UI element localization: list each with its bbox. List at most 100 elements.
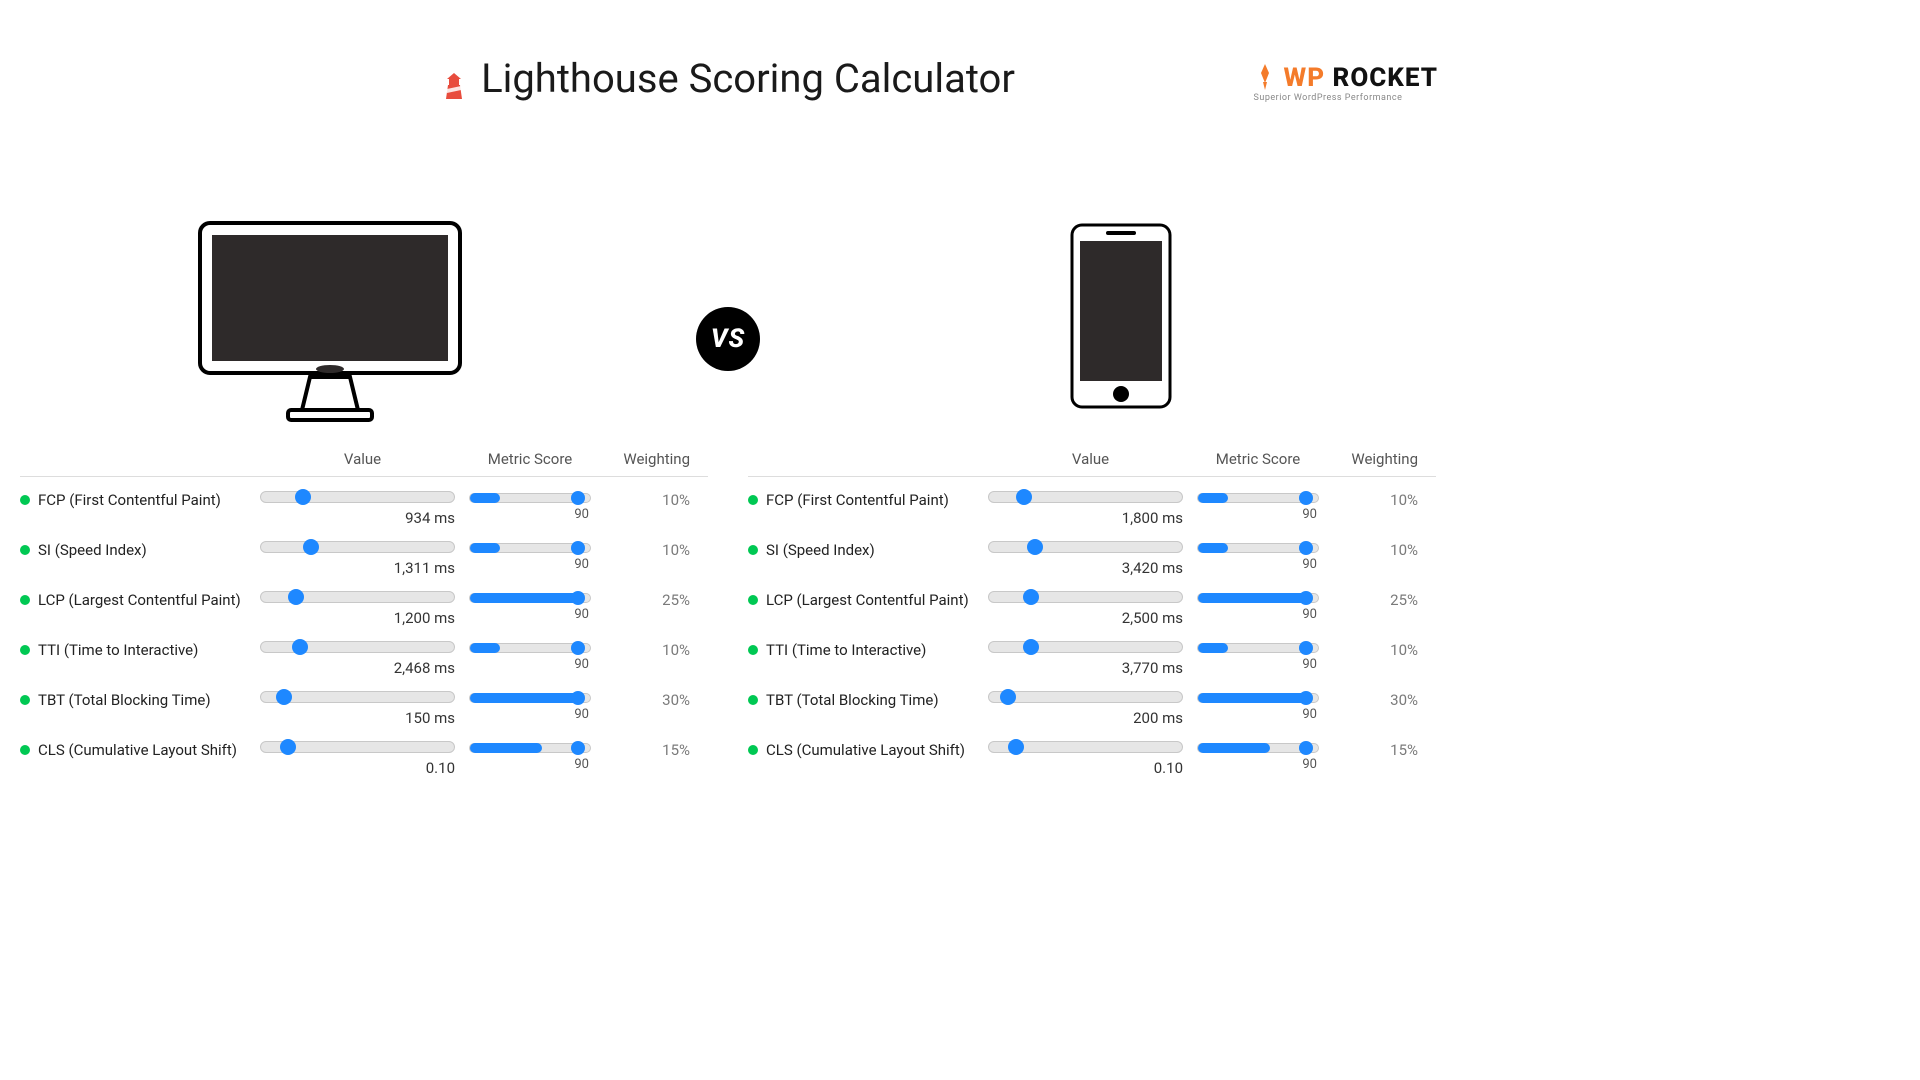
score-slider[interactable]: [1197, 743, 1319, 753]
score-column: 90: [465, 541, 595, 572]
metric-score: 90: [1193, 757, 1323, 772]
status-dot-icon: [20, 495, 30, 505]
brand-tagline: Superior WordPress Performance: [1254, 93, 1438, 103]
slider-thumb[interactable]: [571, 741, 585, 755]
slider-thumb[interactable]: [303, 539, 319, 555]
mobile-icon: [1066, 221, 1176, 411]
value-column: 0.10: [988, 741, 1193, 777]
slider-thumb[interactable]: [292, 639, 308, 655]
slider-thumb[interactable]: [1299, 591, 1313, 605]
score-slider[interactable]: [469, 543, 591, 553]
metric-weight: 10%: [1323, 491, 1418, 509]
score-column: 90: [1193, 491, 1323, 522]
metric-value: 2,468 ms: [260, 659, 465, 677]
slider-thumb[interactable]: [1299, 691, 1313, 705]
score-fill: [1198, 743, 1270, 753]
score-fill: [470, 593, 578, 603]
score-slider[interactable]: [1197, 543, 1319, 553]
value-slider[interactable]: [260, 591, 455, 603]
value-slider[interactable]: [988, 741, 1183, 753]
slider-thumb[interactable]: [1000, 689, 1016, 705]
value-slider[interactable]: [260, 641, 455, 653]
metric-score: 90: [1193, 607, 1323, 622]
slider-thumb[interactable]: [571, 591, 585, 605]
score-slider[interactable]: [1197, 493, 1319, 503]
value-slider[interactable]: [988, 591, 1183, 603]
slider-thumb[interactable]: [1027, 539, 1043, 555]
value-column: 3,420 ms: [988, 541, 1193, 577]
metric-row: TBT (Total Blocking Time)150 ms9030%: [20, 677, 708, 727]
value-slider[interactable]: [988, 491, 1183, 503]
score-slider[interactable]: [469, 593, 591, 603]
metric-name: FCP (First Contentful Paint): [38, 491, 221, 509]
metric-label: LCP (Largest Contentful Paint): [20, 591, 260, 609]
metric-label: CLS (Cumulative Layout Shift): [20, 741, 260, 759]
metric-weight: 30%: [595, 691, 690, 709]
value-column: 0.10: [260, 741, 465, 777]
slider-thumb[interactable]: [571, 541, 585, 555]
value-slider[interactable]: [260, 691, 455, 703]
score-fill: [470, 493, 500, 503]
metric-value: 1,200 ms: [260, 609, 465, 627]
col-weighting: Weighting: [1323, 450, 1418, 468]
metric-score: 90: [465, 557, 595, 572]
score-slider[interactable]: [469, 743, 591, 753]
score-column: 90: [1193, 691, 1323, 722]
value-column: 1,200 ms: [260, 591, 465, 627]
slider-thumb[interactable]: [571, 641, 585, 655]
metric-value: 200 ms: [988, 709, 1193, 727]
slider-thumb[interactable]: [571, 491, 585, 505]
metric-name: CLS (Cumulative Layout Shift): [38, 741, 237, 759]
value-slider[interactable]: [260, 491, 455, 503]
metric-weight: 15%: [1323, 741, 1418, 759]
metric-weight: 10%: [1323, 641, 1418, 659]
value-slider[interactable]: [988, 541, 1183, 553]
metric-score: 90: [465, 507, 595, 522]
slider-thumb[interactable]: [280, 739, 296, 755]
status-dot-icon: [748, 595, 758, 605]
score-slider[interactable]: [469, 693, 591, 703]
slider-thumb[interactable]: [1299, 741, 1313, 755]
score-slider[interactable]: [469, 643, 591, 653]
metric-name: SI (Speed Index): [38, 541, 147, 559]
slider-thumb[interactable]: [571, 691, 585, 705]
value-slider[interactable]: [260, 741, 455, 753]
value-column: 934 ms: [260, 491, 465, 527]
slider-thumb[interactable]: [288, 589, 304, 605]
value-slider[interactable]: [260, 541, 455, 553]
metric-label: SI (Speed Index): [20, 541, 260, 559]
slider-thumb[interactable]: [276, 689, 292, 705]
slider-thumb[interactable]: [1023, 589, 1039, 605]
status-dot-icon: [20, 595, 30, 605]
metric-score: 90: [465, 757, 595, 772]
value-slider[interactable]: [988, 691, 1183, 703]
slider-thumb[interactable]: [1016, 489, 1032, 505]
value-column: 1,800 ms: [988, 491, 1193, 527]
score-slider[interactable]: [1197, 643, 1319, 653]
slider-thumb[interactable]: [1008, 739, 1024, 755]
value-column: 150 ms: [260, 691, 465, 727]
slider-thumb[interactable]: [1299, 641, 1313, 655]
value-slider[interactable]: [988, 641, 1183, 653]
metric-label: TBT (Total Blocking Time): [748, 691, 988, 709]
score-fill: [1198, 693, 1306, 703]
metric-name: TTI (Time to Interactive): [38, 641, 198, 659]
metric-row: CLS (Cumulative Layout Shift)0.109015%: [748, 727, 1436, 777]
score-column: 90: [465, 691, 595, 722]
score-slider[interactable]: [1197, 693, 1319, 703]
status-dot-icon: [20, 645, 30, 655]
score-slider[interactable]: [1197, 593, 1319, 603]
metric-value: 934 ms: [260, 509, 465, 527]
score-fill: [1198, 543, 1228, 553]
score-slider[interactable]: [469, 493, 591, 503]
slider-thumb[interactable]: [1299, 491, 1313, 505]
slider-thumb[interactable]: [1023, 639, 1039, 655]
score-column: 90: [465, 491, 595, 522]
slider-thumb[interactable]: [1299, 541, 1313, 555]
brand-name-a: WP: [1284, 63, 1326, 93]
score-fill: [1198, 643, 1228, 653]
slider-thumb[interactable]: [295, 489, 311, 505]
metric-weight: 10%: [595, 491, 690, 509]
score-column: 90: [1193, 641, 1323, 672]
mobile-rows: FCP (First Contentful Paint)1,800 ms9010…: [748, 477, 1436, 777]
